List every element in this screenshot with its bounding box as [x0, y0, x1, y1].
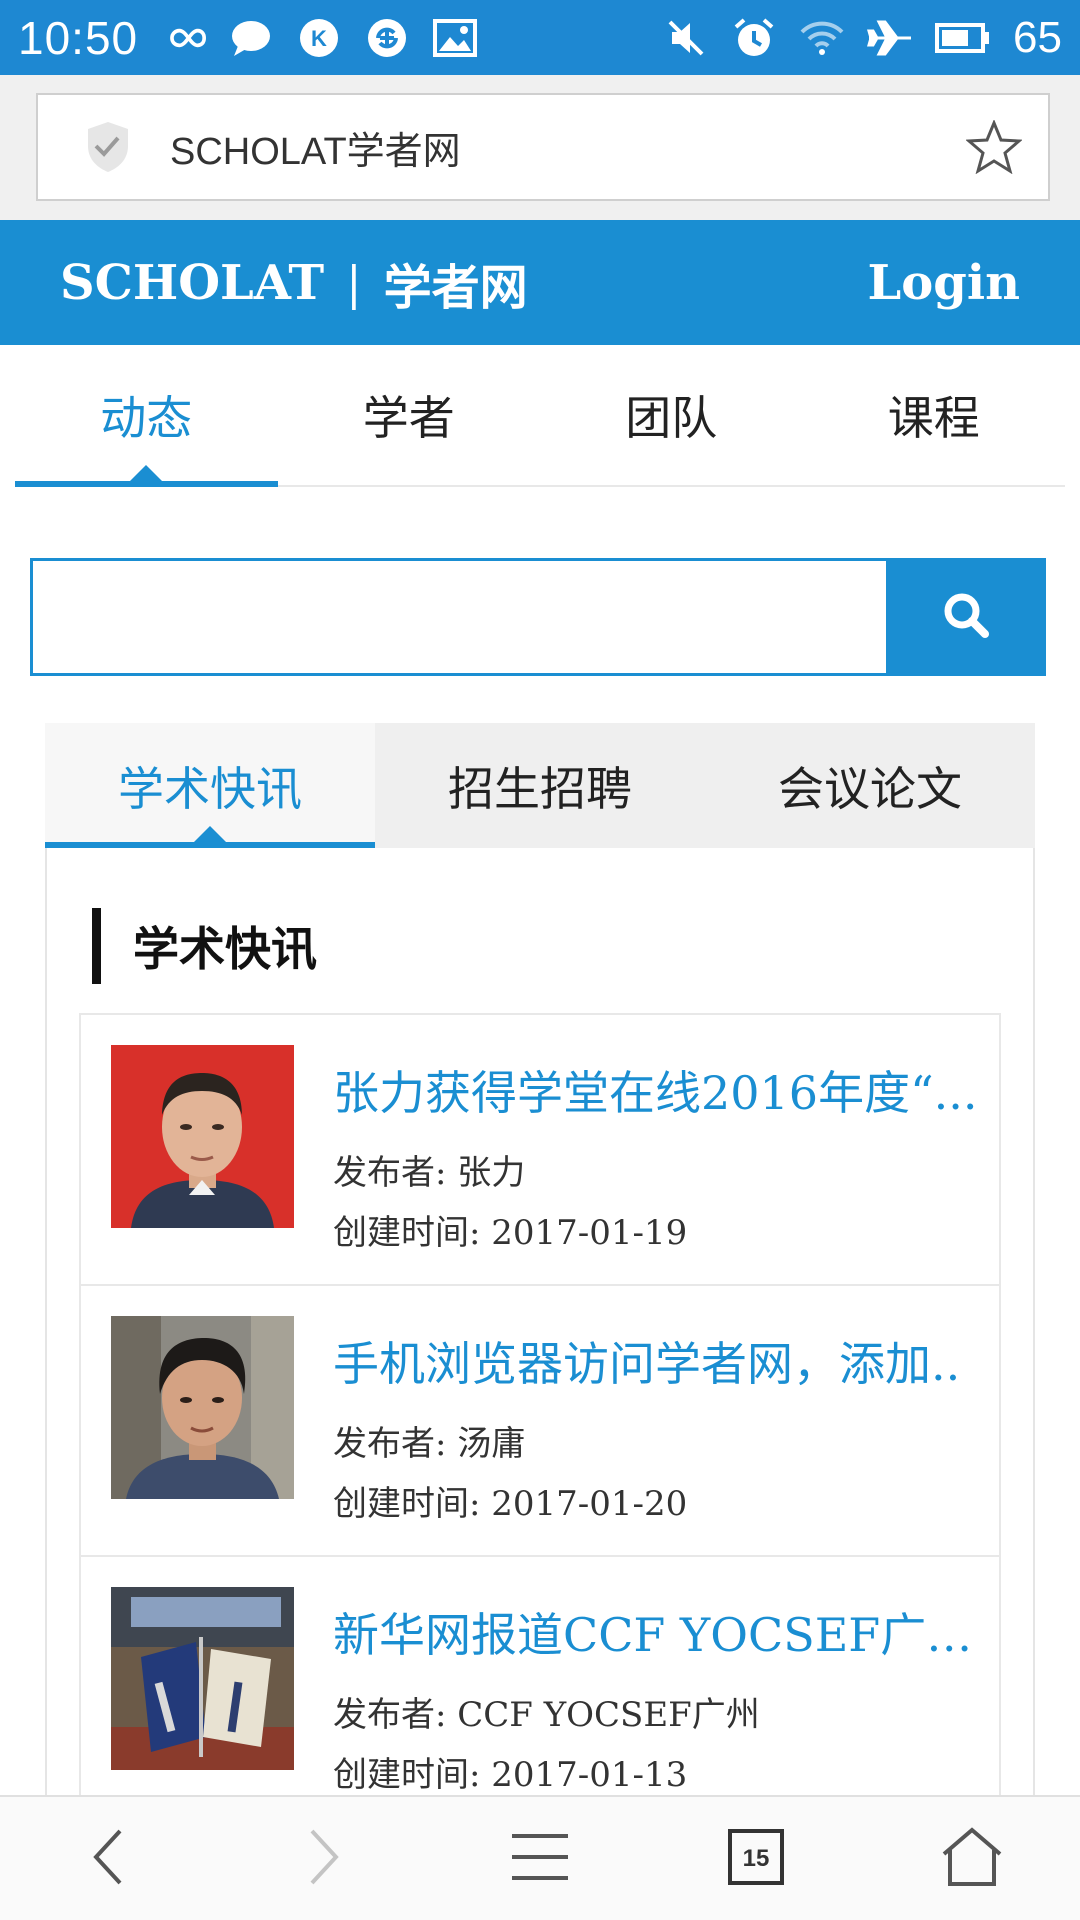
chat-bubble-icon	[228, 15, 274, 61]
active-subtab-caret	[194, 826, 226, 842]
search-bar	[30, 558, 1046, 676]
battery-level: 65	[1013, 12, 1062, 62]
image-icon	[432, 15, 478, 61]
browser-toolbar: SCHOLAT学者网	[0, 75, 1080, 220]
site-header: SCHOLAT | 学者网 Login	[0, 220, 1080, 345]
sync-icon	[364, 15, 410, 61]
news-item[interactable]: 新华网报道CCF YOCSEF广州... 发布者: CCF YOCSEF广州 创…	[79, 1555, 1001, 1826]
tab-kecheng[interactable]: 课程	[803, 345, 1066, 485]
news-title[interactable]: 手机浏览器访问学者网，添加..	[333, 1328, 983, 1394]
subtab-recruitment[interactable]: 招生招聘	[375, 723, 705, 848]
news-date: 创建时间: 2017-01-19	[333, 1213, 688, 1253]
search-button[interactable]	[886, 558, 1046, 676]
news-sub-tabs: 学术快讯 招生招聘 会议论文	[45, 723, 1035, 848]
tab-count: 15	[742, 1844, 770, 1872]
active-tab-caret	[130, 465, 163, 481]
menu-button[interactable]	[495, 1814, 585, 1904]
back-button[interactable]	[63, 1814, 153, 1904]
home-button[interactable]	[927, 1814, 1017, 1904]
battery-icon	[935, 15, 991, 61]
brand-separator: |	[346, 255, 362, 310]
news-list: 张力获得学堂在线2016年度“... 发布者: 张力 创建时间: 2017-01…	[79, 1013, 1001, 1826]
news-date: 创建时间: 2017-01-13	[333, 1755, 688, 1795]
chevron-right-icon	[304, 1827, 344, 1891]
brand-en: SCHOLAT	[60, 254, 325, 311]
airplane-icon	[867, 15, 913, 61]
home-icon	[940, 1826, 1004, 1892]
news-title[interactable]: 张力获得学堂在线2016年度“...	[333, 1057, 983, 1123]
wifi-icon	[799, 15, 845, 61]
brand-cn: 学者网	[383, 259, 528, 316]
status-icons-left: K	[160, 15, 478, 61]
alarm-icon	[731, 15, 777, 61]
address-text: SCHOLAT学者网	[170, 130, 461, 173]
tab-label: 课程	[887, 391, 980, 445]
main-nav-tabs: 动态 学者 团队 课程	[15, 345, 1065, 487]
tab-xuezhe[interactable]: 学者	[278, 345, 541, 485]
login-link[interactable]: Login	[868, 255, 1020, 311]
subtab-label: 会议论文	[778, 761, 962, 816]
infinity-icon	[160, 15, 207, 61]
tabs-button[interactable]: 15	[711, 1814, 801, 1904]
tab-label: 学者	[362, 391, 455, 445]
news-item[interactable]: 张力获得学堂在线2016年度“... 发布者: 张力 创建时间: 2017-01…	[79, 1013, 1001, 1284]
status-icons-right: 65	[663, 13, 1062, 63]
news-item[interactable]: 手机浏览器访问学者网，添加.. 发布者: 汤庸 创建时间: 2017-01-20	[79, 1284, 1001, 1555]
browser-bottom-bar: 15	[0, 1795, 1080, 1920]
tab-label: 团队	[625, 391, 718, 445]
section-title: 学术快讯	[92, 908, 317, 984]
tab-tuandui[interactable]: 团队	[540, 345, 803, 485]
search-icon	[941, 590, 991, 644]
news-publisher: 发布者: 汤庸	[333, 1424, 526, 1464]
k-app-icon: K	[296, 15, 342, 61]
author-avatar[interactable]	[111, 1045, 294, 1228]
subtab-label: 学术快讯	[118, 761, 302, 816]
news-publisher: 发布者: 张力	[333, 1153, 526, 1193]
author-avatar[interactable]	[111, 1316, 294, 1499]
svg-text:K: K	[311, 26, 327, 51]
news-publisher: 发布者: CCF YOCSEF广州	[333, 1695, 760, 1735]
tab-dongtai[interactable]: 动态	[15, 345, 278, 487]
bookmark-star-icon[interactable]	[964, 117, 1024, 177]
address-bar[interactable]: SCHOLAT学者网	[36, 93, 1050, 201]
search-input[interactable]	[30, 558, 886, 676]
news-date: 创建时间: 2017-01-20	[333, 1484, 688, 1524]
shield-icon	[78, 117, 138, 177]
news-photo[interactable]	[111, 1587, 294, 1770]
forward-button[interactable]	[279, 1814, 369, 1904]
news-title[interactable]: 新华网报道CCF YOCSEF广州...	[333, 1599, 983, 1665]
tab-label: 动态	[100, 391, 193, 445]
site-logo[interactable]: SCHOLAT | 学者网	[60, 248, 528, 318]
subtab-conference-papers[interactable]: 会议论文	[705, 723, 1035, 848]
subtab-academic-news[interactable]: 学术快讯	[45, 723, 375, 848]
status-bar: 10:50 K 65	[0, 0, 1080, 75]
chevron-left-icon	[88, 1827, 128, 1891]
status-time: 10:50	[18, 11, 139, 64]
mute-icon	[663, 15, 709, 61]
subtab-label: 招生招聘	[448, 761, 632, 816]
hamburger-menu-icon	[510, 1832, 570, 1886]
